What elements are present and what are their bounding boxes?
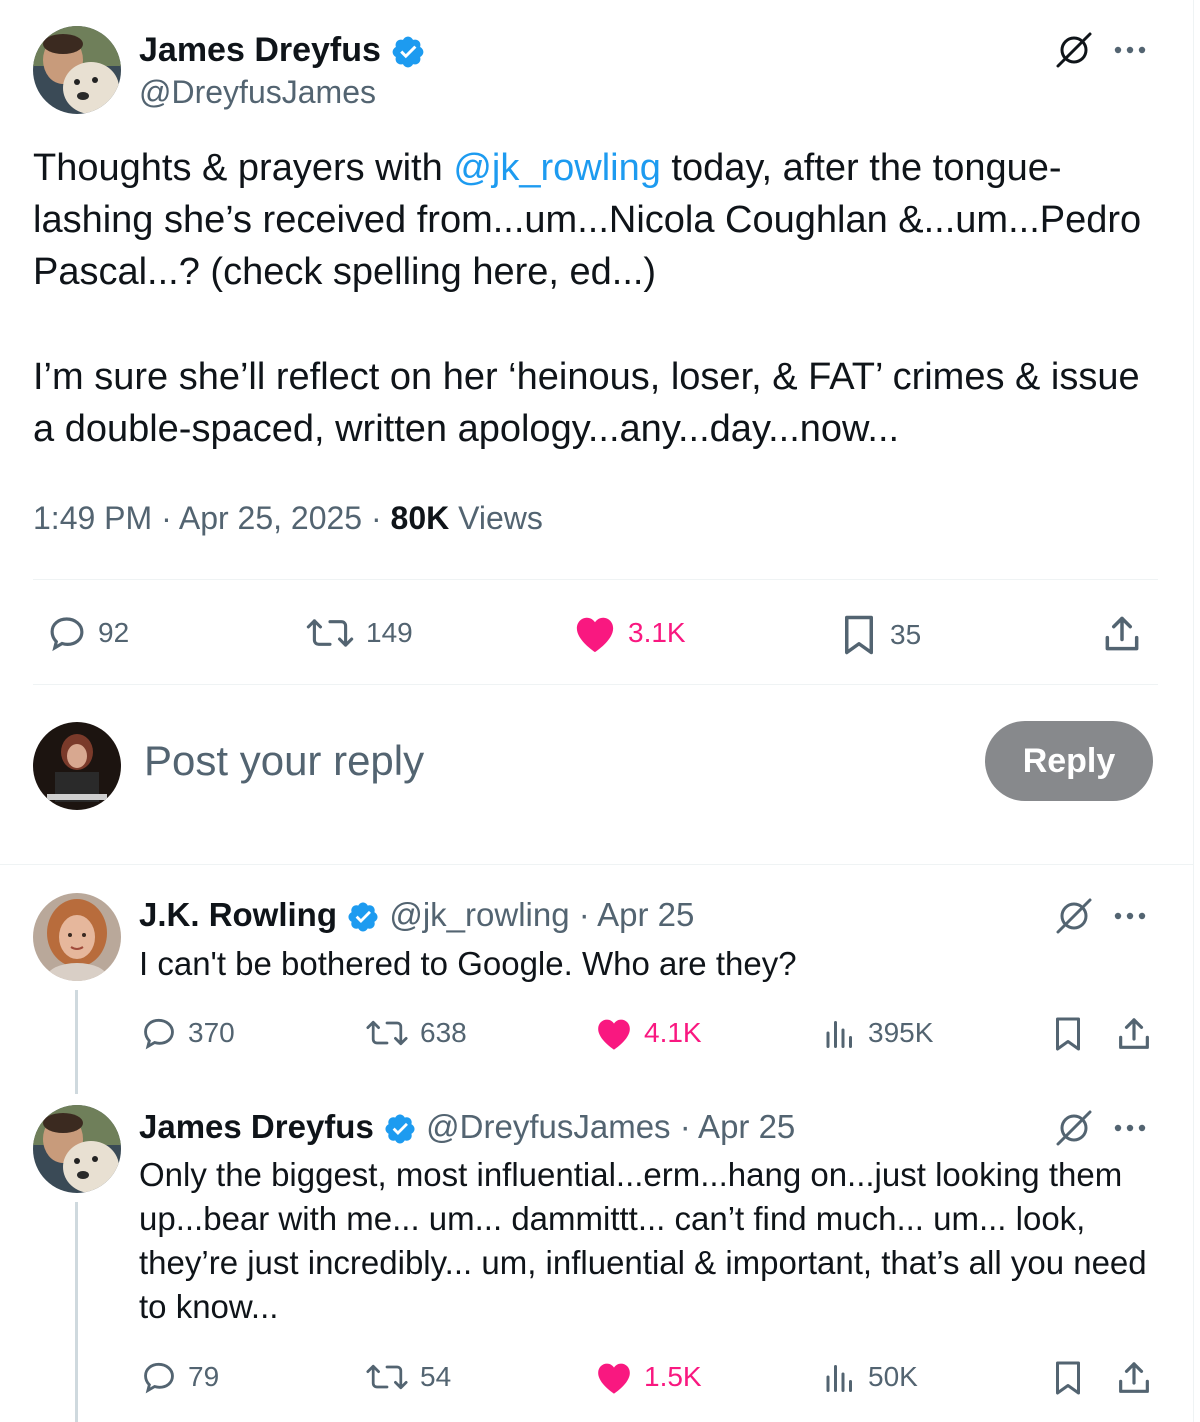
more-icon[interactable] bbox=[1112, 910, 1148, 922]
column-border bbox=[1193, 0, 1194, 1422]
reply-2-name[interactable]: James Dreyfus bbox=[139, 1108, 374, 1145]
reply-2-views-action[interactable]: 50K bbox=[822, 1358, 918, 1396]
grok-icon[interactable] bbox=[1054, 30, 1094, 70]
grok-icon[interactable] bbox=[1054, 896, 1094, 936]
reply-1-like-action[interactable]: 4.1K bbox=[594, 1014, 702, 1052]
reply-icon bbox=[46, 612, 88, 654]
verified-badge-icon bbox=[346, 900, 380, 934]
bookmark-icon bbox=[838, 612, 880, 658]
bookmark-count: 35 bbox=[890, 619, 922, 650]
share-icon bbox=[1114, 1358, 1154, 1398]
verified-badge-icon bbox=[383, 1112, 417, 1146]
bookmark-action[interactable]: 35 bbox=[838, 612, 921, 658]
share-action[interactable] bbox=[1100, 612, 1144, 656]
repost-icon bbox=[364, 1358, 410, 1396]
like-action[interactable]: 3.1K bbox=[572, 612, 686, 654]
more-icon[interactable] bbox=[1112, 1122, 1148, 1134]
reply-2-like-action[interactable]: 1.5K bbox=[594, 1358, 702, 1396]
thread-connector bbox=[75, 990, 78, 1094]
section-divider bbox=[0, 864, 1194, 865]
reply-input[interactable]: Post your reply bbox=[144, 735, 424, 787]
more-icon[interactable] bbox=[1112, 44, 1148, 56]
heart-icon bbox=[572, 612, 618, 654]
reply-1-share-action[interactable] bbox=[1114, 1014, 1154, 1054]
grok-icon[interactable] bbox=[1054, 1108, 1094, 1148]
reply-1-top-actions bbox=[1054, 896, 1148, 936]
author-name[interactable]: James Dreyfus bbox=[139, 30, 426, 70]
reply-1-repost-action[interactable]: 638 bbox=[364, 1014, 467, 1052]
reply-2-handle[interactable]: @DreyfusJames bbox=[426, 1108, 670, 1145]
reply-icon bbox=[140, 1358, 178, 1396]
avatar-james-dreyfus[interactable] bbox=[33, 26, 121, 114]
repost-count: 638 bbox=[420, 1017, 467, 1048]
like-count: 4.1K bbox=[644, 1017, 702, 1048]
reply-2-text: Only the biggest, most influential...erm… bbox=[139, 1156, 1147, 1325]
reply-1-views-action[interactable]: 395K bbox=[822, 1014, 933, 1052]
reply-2-repost-action[interactable]: 54 bbox=[364, 1358, 451, 1396]
reply-count: 370 bbox=[188, 1017, 235, 1048]
views-icon bbox=[822, 1358, 858, 1396]
avatar-jk-rowling[interactable] bbox=[33, 893, 121, 981]
repost-icon bbox=[364, 1014, 410, 1052]
reply-1-header: J.K. Rowling @jk_rowling · Apr 25 bbox=[139, 895, 694, 935]
reply-1-name[interactable]: J.K. Rowling bbox=[139, 896, 337, 933]
like-count: 1.5K bbox=[644, 1361, 702, 1392]
repost-action[interactable]: 149 bbox=[304, 612, 413, 654]
reply-count: 79 bbox=[188, 1361, 220, 1392]
share-icon bbox=[1114, 1014, 1154, 1054]
current-user-avatar[interactable] bbox=[33, 722, 121, 810]
reply-1-text: I can't be bothered to Google. Who are t… bbox=[139, 945, 797, 982]
thread-connector bbox=[75, 1202, 78, 1422]
bookmark-icon bbox=[1050, 1358, 1086, 1398]
reply-button[interactable]: Reply bbox=[985, 721, 1153, 801]
views-count: 395K bbox=[868, 1017, 934, 1048]
tweet-body: Thoughts & prayers with @jk_rowling toda… bbox=[33, 142, 1163, 298]
share-icon bbox=[1100, 612, 1144, 656]
thread-page: James Dreyfus @DreyfusJames Thoughts & p… bbox=[0, 0, 1200, 1422]
reply-1-bookmark-action[interactable] bbox=[1050, 1014, 1086, 1054]
reply-1-date[interactable]: · Apr 25 bbox=[579, 896, 695, 933]
author-name-text[interactable]: James Dreyfus bbox=[139, 31, 381, 69]
repost-count: 149 bbox=[366, 617, 413, 648]
bookmark-icon bbox=[1050, 1014, 1086, 1054]
like-count: 3.1K bbox=[628, 617, 686, 648]
reply-1-handle[interactable]: @jk_rowling bbox=[389, 896, 569, 933]
reply-2-date[interactable]: · Apr 25 bbox=[680, 1108, 796, 1145]
mention-link[interactable]: @jk_rowling bbox=[453, 147, 661, 189]
tweet-body-paragraph-2: I’m sure she’ll reflect on her ‘heinous,… bbox=[33, 356, 1151, 450]
tweet-text-part1: Thoughts & prayers with bbox=[33, 147, 454, 189]
repost-icon bbox=[304, 612, 356, 654]
reply-2-share-action[interactable] bbox=[1114, 1358, 1154, 1398]
reply-1-reply-action[interactable]: 370 bbox=[140, 1014, 235, 1052]
reply-2-reply-action[interactable]: 79 bbox=[140, 1358, 219, 1396]
heart-icon bbox=[594, 1014, 634, 1052]
tweet-timestamp[interactable]: 1:49 PM · Apr 25, 2025 · 80K Views bbox=[33, 498, 543, 538]
reply-2-top-actions bbox=[1054, 1108, 1148, 1148]
divider bbox=[33, 579, 1158, 580]
verified-badge-icon bbox=[390, 34, 426, 70]
author-handle[interactable]: @DreyfusJames bbox=[139, 72, 376, 112]
reply-icon bbox=[140, 1014, 178, 1052]
avatar-james-dreyfus[interactable] bbox=[33, 1105, 121, 1193]
heart-icon bbox=[594, 1358, 634, 1396]
repost-count: 54 bbox=[420, 1361, 452, 1392]
views-count: 80K bbox=[390, 500, 450, 536]
views-label: Views bbox=[449, 500, 543, 536]
views-icon bbox=[822, 1014, 858, 1052]
reply-2-bookmark-action[interactable] bbox=[1050, 1358, 1086, 1398]
views-count: 50K bbox=[868, 1361, 918, 1392]
reply-2-header: James Dreyfus @DreyfusJames · Apr 25 bbox=[139, 1107, 795, 1147]
reply-action[interactable]: 92 bbox=[46, 612, 129, 654]
divider bbox=[33, 684, 1158, 685]
reply-count: 92 bbox=[98, 617, 130, 648]
tweet-time[interactable]: 1:49 PM · Apr 25, 2025 · bbox=[33, 500, 391, 536]
tweet-top-actions bbox=[1054, 30, 1148, 70]
